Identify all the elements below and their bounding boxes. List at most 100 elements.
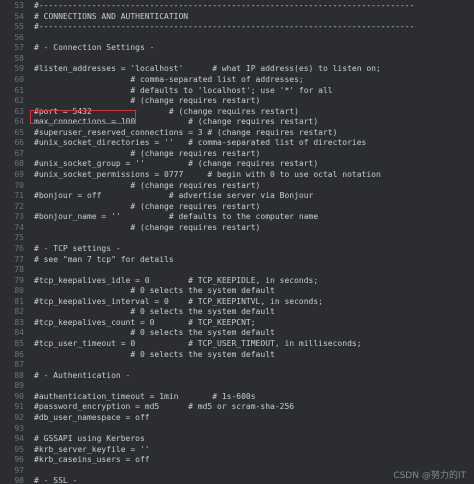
watermark: CSDN @努力的IT xyxy=(393,471,466,481)
code-line[interactable]: 55 #-------------------------------------… xyxy=(0,22,474,33)
code-line[interactable]: 93 xyxy=(0,424,474,435)
code-line[interactable]: 90 #authentication_timeout = 1min # 1s-60… xyxy=(0,392,474,403)
line-number: 59 xyxy=(14,64,24,74)
code-line[interactable]: 74 # (change requires restart) xyxy=(0,223,474,234)
code-line[interactable]: 69 #unix_socket_permissions = 0777 # begi… xyxy=(0,170,474,181)
line-text: #bonjour = off # advertise server via Bo… xyxy=(34,191,314,201)
line-number: 58 xyxy=(14,53,24,63)
line-number: 97 xyxy=(14,465,24,475)
line-number: 78 xyxy=(14,265,24,275)
code-line[interactable]: 89 xyxy=(0,381,474,392)
line-number: 81 xyxy=(14,296,24,306)
code-line[interactable]: 70 # (change requires restart) xyxy=(0,181,474,192)
code-line[interactable]: 95 #krb_server_keyfile = '' xyxy=(0,445,474,456)
code-line[interactable]: 88 # - Authentication - xyxy=(0,371,474,382)
code-lines: 53 #-------------------------------------… xyxy=(0,1,474,484)
line-text: #---------------------------------------… xyxy=(34,1,415,10)
line-text: # see "man 7 tcp" for details xyxy=(34,254,174,264)
line-text: #tcp_keepalives_idle = 0 # TCP_KEEPIDLE,… xyxy=(34,275,319,285)
code-line[interactable]: 85 #tcp_user_timeout = 0 # TCP_USER_TIMEO… xyxy=(0,339,474,350)
line-number: 90 xyxy=(14,391,24,401)
line-number: 61 xyxy=(14,85,24,95)
line-number: 91 xyxy=(14,402,24,412)
line-number: 89 xyxy=(14,381,24,391)
code-line[interactable]: 72 # (change requires restart) xyxy=(0,202,474,213)
code-line[interactable]: 66 #unix_socket_directories = '' # comma-… xyxy=(0,138,474,149)
code-line[interactable]: 92 #db_user_namespace = off xyxy=(0,413,474,424)
line-text: #---------------------------------------… xyxy=(34,22,415,32)
line-number: 56 xyxy=(14,32,24,42)
code-line[interactable]: 76 # - TCP settings - xyxy=(0,244,474,255)
line-number: 85 xyxy=(14,339,24,348)
code-line[interactable]: 84 # 0 selects the system default xyxy=(0,328,474,339)
line-text: #tcp_keepalives_interval = 0 # TCP_KEEPI… xyxy=(34,296,323,306)
line-number: 72 xyxy=(14,201,24,211)
line-text: #tcp_keepalives_count = 0 # TCP_KEEPCNT; xyxy=(34,317,256,327)
line-number: 68 xyxy=(14,159,24,169)
code-line[interactable]: 62 # (change requires restart) xyxy=(0,96,474,107)
code-line[interactable]: 67 # (change requires restart) xyxy=(0,149,474,160)
code-line[interactable]: 78 xyxy=(0,265,474,276)
code-line[interactable]: 81 #tcp_keepalives_interval = 0 # TCP_KEE… xyxy=(0,297,474,308)
line-number: 54 xyxy=(14,11,24,21)
code-line[interactable]: 53 #-------------------------------------… xyxy=(0,1,474,12)
line-text: #authentication_timeout = 1min # 1s-600s xyxy=(34,391,256,401)
code-line[interactable]: 68 #unix_socket_group = '' # (change requ… xyxy=(0,159,474,170)
code-line[interactable]: 96 #krb_caseins_users = off xyxy=(0,455,474,466)
line-text: # (change requires restart) xyxy=(34,96,261,106)
code-line[interactable]: 83 #tcp_keepalives_count = 0 # TCP_KEEPCN… xyxy=(0,318,474,329)
line-text: # 0 selects the system default xyxy=(34,328,275,338)
line-text: # 0 selects the system default xyxy=(34,286,275,296)
highlight-box xyxy=(30,110,136,124)
line-number: 95 xyxy=(14,444,24,454)
line-text: # 0 selects the system default xyxy=(34,349,275,359)
line-text: # 0 selects the system default xyxy=(34,307,275,317)
code-line[interactable]: 59 #listen_addresses = 'localhost' # what… xyxy=(0,64,474,75)
code-line[interactable]: 56 xyxy=(0,33,474,44)
line-text: #unix_socket_group = '' # (change requir… xyxy=(34,159,319,169)
code-line[interactable]: 65 #superuser_reserved_connections = 3 # … xyxy=(0,128,474,139)
code-line[interactable]: 54 # CONNECTIONS AND AUTHENTICATION xyxy=(0,12,474,23)
code-editor[interactable]: 53 #-------------------------------------… xyxy=(0,0,474,484)
code-line[interactable]: 57 # - Connection Settings - xyxy=(0,43,474,54)
code-line[interactable]: 60 # comma-separated list of addresses; xyxy=(0,75,474,86)
line-text: # (change requires restart) xyxy=(34,222,261,232)
code-line[interactable]: 80 # 0 selects the system default xyxy=(0,286,474,297)
line-number: 70 xyxy=(14,180,24,190)
code-line[interactable]: 82 # 0 selects the system default xyxy=(0,307,474,318)
line-number: 93 xyxy=(14,423,24,433)
line-number: 65 xyxy=(14,127,24,137)
line-number: 88 xyxy=(14,370,24,380)
line-number: 79 xyxy=(14,275,24,285)
line-text: # - Connection Settings - xyxy=(34,43,155,53)
line-text: #superuser_reserved_connections = 3 # (c… xyxy=(34,127,338,137)
code-line[interactable]: 73 #bonjour_name = '' # defaults to the c… xyxy=(0,212,474,223)
code-line[interactable]: 94 # GSSAPI using Kerberos xyxy=(0,434,474,445)
line-text: # - Authentication - xyxy=(34,370,131,380)
code-line[interactable]: 58 xyxy=(0,54,474,65)
line-number: 77 xyxy=(14,254,24,264)
line-text: # - TCP settings - xyxy=(34,243,121,253)
line-text: # (change requires restart) xyxy=(34,201,261,211)
line-text: # defaults to 'localhost'; use '*' for a… xyxy=(34,85,333,95)
line-number: 80 xyxy=(14,286,24,296)
line-text: #bonjour_name = '' # defaults to the com… xyxy=(34,212,319,222)
code-line[interactable]: 91 #password_encryption = md5 # md5 or sc… xyxy=(0,402,474,413)
line-number: 69 xyxy=(14,170,24,179)
code-line[interactable]: 71 #bonjour = off # advertise server via … xyxy=(0,191,474,202)
line-text: #listen_addresses = 'localhost' # what I… xyxy=(34,64,381,74)
line-number: 67 xyxy=(14,148,24,158)
line-number: 66 xyxy=(14,138,24,148)
code-line[interactable]: 77 # see "man 7 tcp" for details xyxy=(0,255,474,266)
code-line[interactable]: 79 #tcp_keepalives_idle = 0 # TCP_KEEPIDL… xyxy=(0,276,474,287)
line-number: 82 xyxy=(14,307,24,317)
code-line[interactable]: 87 xyxy=(0,360,474,371)
line-text: #db_user_namespace = off xyxy=(34,412,150,422)
code-line[interactable]: 75 xyxy=(0,233,474,244)
line-number: 94 xyxy=(14,434,24,444)
line-number: 62 xyxy=(14,96,24,106)
code-line[interactable]: 86 # 0 selects the system default xyxy=(0,350,474,361)
code-line[interactable]: 61 # defaults to 'localhost'; use '*' fo… xyxy=(0,86,474,97)
line-number: 53 xyxy=(14,1,24,10)
line-text: # - SSL - xyxy=(34,476,78,484)
